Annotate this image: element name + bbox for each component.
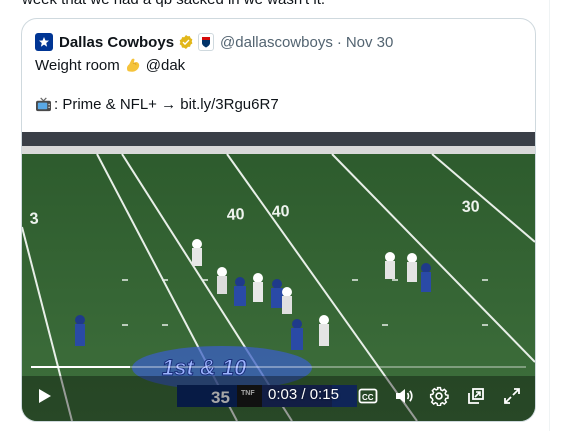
post-date[interactable]: Nov 30 — [346, 34, 394, 51]
timeline-divider — [549, 0, 550, 431]
volume-icon[interactable] — [392, 384, 416, 408]
separator-dot: · — [336, 33, 342, 51]
verified-gold-badge-icon — [179, 35, 193, 49]
flexed-biceps-emoji — [126, 58, 139, 72]
gear-icon[interactable] — [427, 384, 451, 408]
television-emoji — [36, 97, 51, 112]
video-player[interactable]: 3 40 40 30 1st & 10 35 TNF 0:03 / 0:15 C… — [22, 132, 535, 421]
tweet-text-line-1: Weight room @dak — [35, 56, 185, 74]
svg-text:CC: CC — [362, 393, 374, 402]
play-icon[interactable] — [32, 384, 56, 408]
field-number-4: 30 — [462, 198, 480, 216]
fullscreen-icon[interactable] — [500, 384, 524, 408]
tweet-text-prefix: Weight room — [35, 56, 120, 74]
nfl-logo-icon[interactable] — [198, 33, 215, 51]
author-handle: @dallascowboys — [220, 33, 333, 51]
tweet-text-line-2: : Prime & NFL+ → bit.ly/3Rgu6R7 — [35, 96, 279, 113]
quoted-tweet-card[interactable]: Dallas Cowboys @dallascowboys · Nov 30 W… — [21, 18, 536, 422]
video-controls: 0:03 / 0:15 CC — [22, 380, 535, 416]
video-progress-bar[interactable] — [31, 366, 526, 368]
current-time: 0:03 — [268, 386, 298, 403]
time-separator: / — [297, 386, 310, 403]
cowboys-star-icon[interactable] — [35, 33, 53, 51]
tweet-link-text[interactable]: : Prime & NFL+ → bit.ly/3Rgu6R7 — [54, 96, 279, 113]
captions-icon[interactable]: CC — [356, 384, 380, 408]
video-progress-fill — [31, 366, 130, 368]
previous-tweet-text: week that we had a qb sacked in we wasn'… — [22, 0, 325, 8]
dock-icon[interactable] — [464, 384, 488, 408]
author-name[interactable]: Dallas Cowboys — [59, 34, 174, 51]
field-number-1: 3 — [29, 210, 39, 228]
field-number-3: 40 — [271, 203, 290, 221]
video-time-display: 0:03 / 0:15 — [268, 386, 339, 403]
duration: 0:15 — [309, 386, 339, 403]
quote-header: Dallas Cowboys @dallascowboys · Nov 30 — [35, 32, 393, 52]
video-frame: 3 40 40 30 1st & 10 35 TNF — [22, 132, 535, 421]
mention-link[interactable]: @dak — [146, 57, 185, 74]
field-number-2: 40 — [226, 206, 245, 224]
